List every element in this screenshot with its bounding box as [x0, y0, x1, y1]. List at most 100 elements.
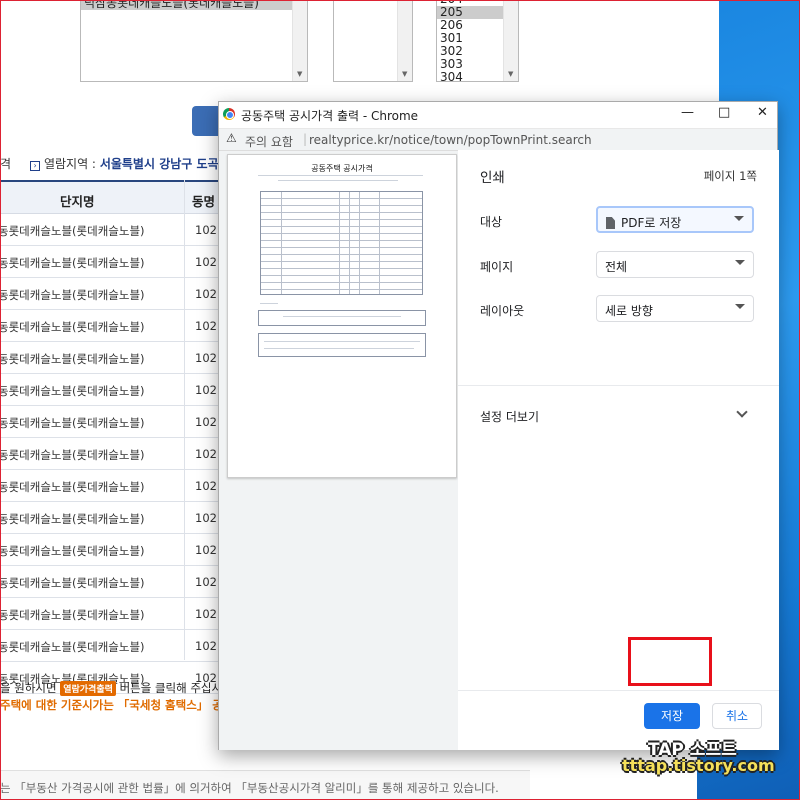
complex-name-cell: 동롯데캐슬노블(롯데캐슬노블)	[0, 512, 145, 526]
dong-cell: 102	[195, 575, 217, 589]
window-title: 공동주택 공시가격 출력 - Chrome	[241, 109, 419, 123]
minimize-icon[interactable]: —	[681, 105, 694, 120]
dong-cell: 102	[195, 319, 217, 333]
complex-name-cell: 동롯데캐슬노블(롯데캐슬노블)	[0, 448, 145, 462]
dong-cell: 102	[195, 447, 217, 461]
table-row[interactable]: 동롯데캐슬노블(롯데캐슬노블) 102	[0, 406, 230, 438]
cancel-button[interactable]: 취소	[712, 703, 762, 729]
listbox-scrollbar[interactable]: ▼	[397, 0, 412, 81]
table-row[interactable]: 동롯데캐슬노블(롯데캐슬노블) 102	[0, 374, 230, 406]
table-row[interactable]: 동롯데캐슬노블(롯데캐슬노블) 102	[0, 342, 230, 374]
list-item[interactable]: 넉삼동롯데캐슬노블(롯데캐슬노블)	[81, 0, 293, 10]
preview-text-line	[278, 180, 398, 181]
preview-text-line	[283, 316, 401, 317]
building-listbox[interactable]: ▼	[333, 0, 413, 82]
print-price-badge[interactable]: 열람가격출력	[60, 681, 116, 696]
complex-name-cell: 동롯데캐슬노블(롯데캐슬노블)	[0, 320, 145, 334]
column-divider	[184, 180, 185, 660]
page-count: 페이지 1쪽	[703, 169, 757, 183]
unit-option[interactable]: 304	[437, 71, 503, 82]
table-row[interactable]: 동롯데캐슬노블(롯데캐슬노블) 102	[0, 278, 230, 310]
listbox-scrollbar[interactable]: ▼	[292, 0, 307, 81]
warning-icon[interactable]: ⚠	[226, 131, 237, 145]
dong-cell: 102	[195, 479, 217, 493]
dong-cell: 102	[195, 415, 217, 429]
print-preview-pane: 공동주택 공시가격	[219, 150, 458, 750]
settings-divider	[458, 385, 779, 386]
preview-box	[258, 310, 426, 326]
preview-page: 공동주택 공시가격	[227, 154, 457, 478]
dong-cell: 102	[195, 511, 217, 525]
info-prefix: 격	[0, 157, 12, 171]
pages-value: 전체	[605, 260, 628, 274]
table-header: 단지명 동명	[0, 180, 230, 214]
scroll-down-icon[interactable]: ▼	[297, 70, 302, 78]
print-instruction: 을 원하시면 열람가격출력 버튼을 클릭해 주십시오	[0, 680, 233, 696]
chevron-right-icon: ›	[30, 161, 41, 171]
table-row[interactable]: 동롯데캐슬노블(롯데캐슬노블) 102	[0, 310, 230, 342]
layout-select[interactable]: 세로 방향	[596, 295, 754, 322]
unit-listbox[interactable]: 204205206301302303304 ▼	[436, 0, 519, 82]
chevron-down-icon	[735, 304, 745, 309]
preview-text-line	[258, 175, 423, 176]
listbox-scrollbar[interactable]: ▼	[503, 0, 518, 81]
pages-select[interactable]: 전체	[596, 251, 754, 278]
save-button-highlight	[628, 637, 712, 686]
maximize-icon[interactable]: □	[718, 105, 730, 120]
column-header-dong: 동명	[192, 194, 216, 209]
watermark-url: tttap.tistory.com	[622, 756, 775, 775]
preview-title: 공동주택 공시가격	[311, 164, 373, 173]
instruction-text: 버튼을 클릭해 주십시오	[119, 681, 233, 695]
scroll-down-icon[interactable]: ▼	[402, 70, 407, 78]
info-label: 열람지역 :	[43, 157, 96, 171]
complex-name-cell: 동롯데캐슬노블(롯데캐슬노블)	[0, 256, 145, 270]
tax-notice: 주택에 대한 기준시가는 「국세청 홈택스」 공	[0, 698, 223, 712]
complex-name-cell: 동롯데캐슬노블(롯데캐슬노블)	[0, 384, 145, 398]
destination-value: PDF로 저장	[621, 216, 682, 230]
dong-cell: 102	[195, 383, 217, 397]
complex-name-cell: 동롯데캐슬노블(롯데캐슬노블)	[0, 416, 145, 430]
destination-select[interactable]: PDF로 저장	[596, 206, 754, 233]
dong-cell: 102	[195, 351, 217, 365]
chevron-down-icon	[734, 216, 744, 221]
chrome-icon	[223, 108, 235, 120]
complex-name-cell: 동롯데캐슬노블(롯데캐슬노블)	[0, 608, 145, 622]
dong-cell: 102	[195, 255, 217, 269]
close-icon[interactable]: ✕	[757, 105, 768, 120]
info-location: 서울특별시 강남구 도곡	[99, 157, 219, 171]
complex-name-cell: 동롯데캐슬노블(롯데캐슬노블)	[0, 544, 145, 558]
layout-label: 레이아웃	[480, 304, 525, 318]
table-row[interactable]: 동롯데캐슬노블(롯데캐슬노블) 102	[0, 214, 230, 246]
complex-listbox[interactable]: 넉삼동롯데캐슬노블(롯데캐슬노블) ▼	[80, 0, 308, 82]
dong-cell: 102	[195, 287, 217, 301]
preview-table	[260, 191, 423, 295]
layout-value: 세로 방향	[605, 304, 653, 318]
table-row[interactable]: 동롯데캐슬노블(롯데캐슬노블) 102	[0, 534, 230, 566]
column-header-complex: 단지명	[60, 194, 95, 209]
table-row[interactable]: 동롯데캐슬노블(롯데캐슬노블) 102	[0, 598, 230, 630]
instruction-text: 을 원하시면	[0, 681, 57, 695]
page-url[interactable]: realtyprice.kr/notice/town/popTownPrint.…	[309, 133, 592, 147]
address-bar[interactable]: ⚠ 주의 요함 | realtyprice.kr/notice/town/pop…	[219, 128, 777, 150]
save-button[interactable]: 저장	[644, 703, 700, 729]
table-row[interactable]: 동롯데캐슬노블(롯데캐슬노블) 102	[0, 246, 230, 278]
chevron-down-icon	[735, 260, 745, 265]
document-icon	[606, 217, 615, 229]
complex-name-cell: 동롯데캐슬노블(롯데캐슬노블)	[0, 640, 145, 654]
expand-chevron-icon[interactable]	[736, 406, 748, 418]
print-settings-panel: 인쇄 페이지 1쪽 대상 PDF로 저장 페이지 전체 레이아웃 세로 방향 설…	[458, 150, 779, 750]
preview-text-line	[260, 303, 278, 304]
complex-name-cell: 동롯데캐슬노블(롯데캐슬노블)	[0, 224, 145, 238]
table-row[interactable]: 동롯데캐슬노블(롯데캐슬노블) 102	[0, 470, 230, 502]
table-row[interactable]: 동롯데캐슬노블(롯데캐슬노블) 102	[0, 630, 230, 662]
complex-table: 단지명 동명 동롯데캐슬노블(롯데캐슬노블) 102 동롯데캐슬노블(롯데캐슬노블)…	[0, 180, 230, 694]
table-row[interactable]: 동롯데캐슬노블(롯데캐슬노블) 102	[0, 502, 230, 534]
more-settings-toggle[interactable]: 설정 더보기	[480, 408, 539, 425]
dong-cell: 102	[195, 607, 217, 621]
table-row[interactable]: 동롯데캐슬노블(롯데캐슬노블) 102	[0, 438, 230, 470]
table-row[interactable]: 동롯데캐슬노블(롯데캐슬노블) 102	[0, 566, 230, 598]
footer-notice: 는 「부동산 가격공시에 관한 법률」에 의거하여 「부동산공시가격 알리미」를…	[0, 770, 530, 800]
security-warning[interactable]: 주의 요함	[245, 133, 293, 150]
preview-text-line	[264, 348, 414, 349]
scroll-down-icon[interactable]: ▼	[508, 70, 513, 78]
